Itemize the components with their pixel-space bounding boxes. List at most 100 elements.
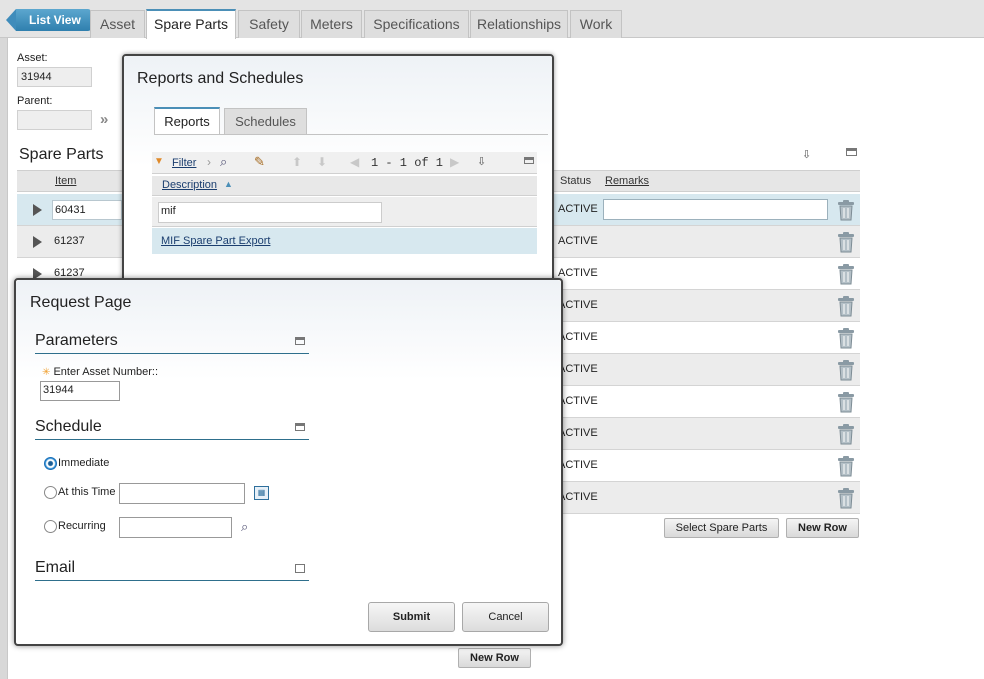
status-cell: ACTIVE — [558, 363, 598, 375]
new-row-button[interactable]: New Row — [786, 518, 859, 538]
item-cell[interactable]: 60431 — [52, 200, 122, 220]
next-page-icon: ▶ — [450, 155, 460, 169]
minimize-icon[interactable] — [295, 337, 305, 345]
search-icon[interactable]: ⌕ — [220, 154, 227, 170]
status-cell: ACTIVE — [558, 331, 598, 343]
schedule-title: Schedule — [35, 418, 102, 435]
calendar-icon[interactable]: ▦ — [254, 486, 269, 500]
recurring-input[interactable] — [119, 517, 232, 538]
pagination-text: 1 - 1 of 1 — [371, 156, 444, 170]
trash-icon[interactable] — [837, 264, 855, 285]
trash-icon[interactable] — [837, 392, 855, 413]
minimize-icon[interactable] — [524, 157, 534, 164]
tab-asset[interactable]: Asset — [90, 10, 145, 38]
report-toolbar: ▼ Filter › ⌕ ✎ ⬆ ⬇ ◀ 1 - 1 of 1 ▶ ⇩ — [152, 152, 537, 174]
table-row[interactable]: MIF Spare Part Export — [152, 228, 537, 254]
status-cell: ACTIVE — [558, 203, 598, 215]
recurring-radio[interactable] — [44, 520, 57, 533]
expand-row-icon[interactable] — [33, 204, 42, 216]
trash-icon[interactable] — [837, 360, 855, 381]
clear-filter-icon[interactable]: ✎ — [254, 154, 265, 170]
spare-parts-title: Spare Parts — [19, 146, 104, 163]
description-filter-input[interactable]: mif — [158, 202, 382, 223]
trash-icon[interactable] — [837, 328, 855, 349]
expand-row-icon[interactable] — [33, 236, 42, 248]
trash-icon[interactable] — [837, 232, 855, 253]
top-tab-bar: List View Asset Spare Parts Safety Meter… — [0, 0, 984, 39]
filter-triangle-icon[interactable]: ▼ — [154, 156, 164, 167]
parent-label: Parent: — [17, 95, 53, 107]
list-view-button[interactable]: List View — [6, 9, 91, 31]
report-table-header: Description ▲ — [152, 176, 537, 196]
status-cell: ACTIVE — [558, 459, 598, 471]
trash-icon[interactable] — [837, 456, 855, 477]
at-time-label: At this Time — [58, 486, 116, 498]
detail-arrow-icon[interactable]: » — [100, 111, 108, 128]
asset-number-label: Enter Asset Number:: — [53, 366, 158, 378]
immediate-radio[interactable] — [44, 457, 57, 470]
recurring-label: Recurring — [58, 520, 106, 532]
item-cell: 61237 — [54, 235, 85, 247]
status-cell: ACTIVE — [558, 235, 598, 247]
minimize-icon[interactable] — [295, 423, 305, 431]
column-status: Status — [560, 175, 592, 187]
schedule-section: Schedule — [35, 416, 309, 440]
expand-icon[interactable] — [295, 564, 305, 573]
parent-field[interactable] — [17, 110, 92, 130]
asset-number-label-row: ✳ Enter Asset Number:: — [42, 366, 158, 378]
cancel-button[interactable]: Cancel — [462, 602, 549, 632]
at-time-input[interactable] — [119, 483, 245, 504]
report-link[interactable]: MIF Spare Part Export — [161, 235, 270, 247]
column-remarks[interactable]: Remarks — [605, 175, 649, 187]
select-spare-parts-button[interactable]: Select Spare Parts — [664, 518, 779, 538]
required-icon: ✳ — [42, 367, 51, 378]
sort-icon: ▲ — [224, 179, 233, 189]
parameters-section: Parameters — [35, 330, 309, 354]
left-collapse-edge[interactable] — [0, 38, 8, 679]
tab-specifications[interactable]: Specifications — [364, 10, 469, 38]
tab-schedules[interactable]: Schedules — [224, 108, 307, 135]
trash-icon[interactable] — [837, 424, 855, 445]
immediate-label: Immediate — [58, 457, 110, 469]
reports-schedules-dialog: Reports and Schedules Reports Schedules … — [122, 54, 554, 286]
column-description[interactable]: Description — [162, 179, 217, 191]
status-cell: ACTIVE — [558, 299, 598, 311]
status-cell: ACTIVE — [558, 267, 598, 279]
status-cell: ACTIVE — [558, 395, 598, 407]
tab-safety[interactable]: Safety — [238, 10, 300, 38]
trash-icon[interactable] — [837, 488, 855, 509]
email-section: Email — [35, 557, 309, 581]
asset-field: 31944 — [17, 67, 92, 87]
asset-number-input[interactable]: 31944 — [40, 381, 120, 401]
email-title: Email — [35, 559, 76, 576]
submit-button[interactable]: Submit — [368, 602, 455, 632]
download-icon[interactable]: ⇩ — [477, 155, 486, 168]
chevron-right-icon: › — [207, 155, 211, 169]
status-cell: ACTIVE — [558, 427, 598, 439]
page: List View Asset Spare Parts Safety Meter… — [0, 0, 984, 679]
search-icon[interactable]: ⌕ — [241, 519, 248, 535]
download-icon[interactable]: ⇩ — [802, 148, 811, 161]
arrow-up-icon: ⬆ — [292, 155, 303, 169]
at-time-radio[interactable] — [44, 486, 57, 499]
request-page-dialog: Request Page Parameters ✳ Enter Asset Nu… — [14, 278, 563, 646]
prev-page-icon: ◀ — [350, 155, 360, 169]
tab-spare-parts[interactable]: Spare Parts — [146, 9, 236, 39]
minimize-icon[interactable] — [846, 148, 857, 156]
tab-relationships[interactable]: Relationships — [470, 10, 568, 38]
dialog-title: Reports and Schedules — [137, 70, 304, 87]
remarks-input[interactable] — [603, 199, 828, 220]
trash-icon[interactable] — [837, 296, 855, 317]
bottom-new-row-button[interactable]: New Row — [458, 648, 531, 668]
asset-label: Asset: — [17, 52, 48, 64]
arrow-down-icon: ⬇ — [317, 155, 328, 169]
tab-work[interactable]: Work — [570, 10, 622, 38]
tab-meters[interactable]: Meters — [301, 10, 362, 38]
column-item[interactable]: Item — [55, 175, 76, 187]
tab-reports[interactable]: Reports — [154, 107, 220, 135]
parameters-title: Parameters — [35, 332, 118, 349]
filter-link[interactable]: Filter — [172, 157, 196, 169]
status-cell: ACTIVE — [558, 491, 598, 503]
trash-icon[interactable] — [837, 200, 855, 221]
report-filter-row: mif — [152, 197, 537, 227]
